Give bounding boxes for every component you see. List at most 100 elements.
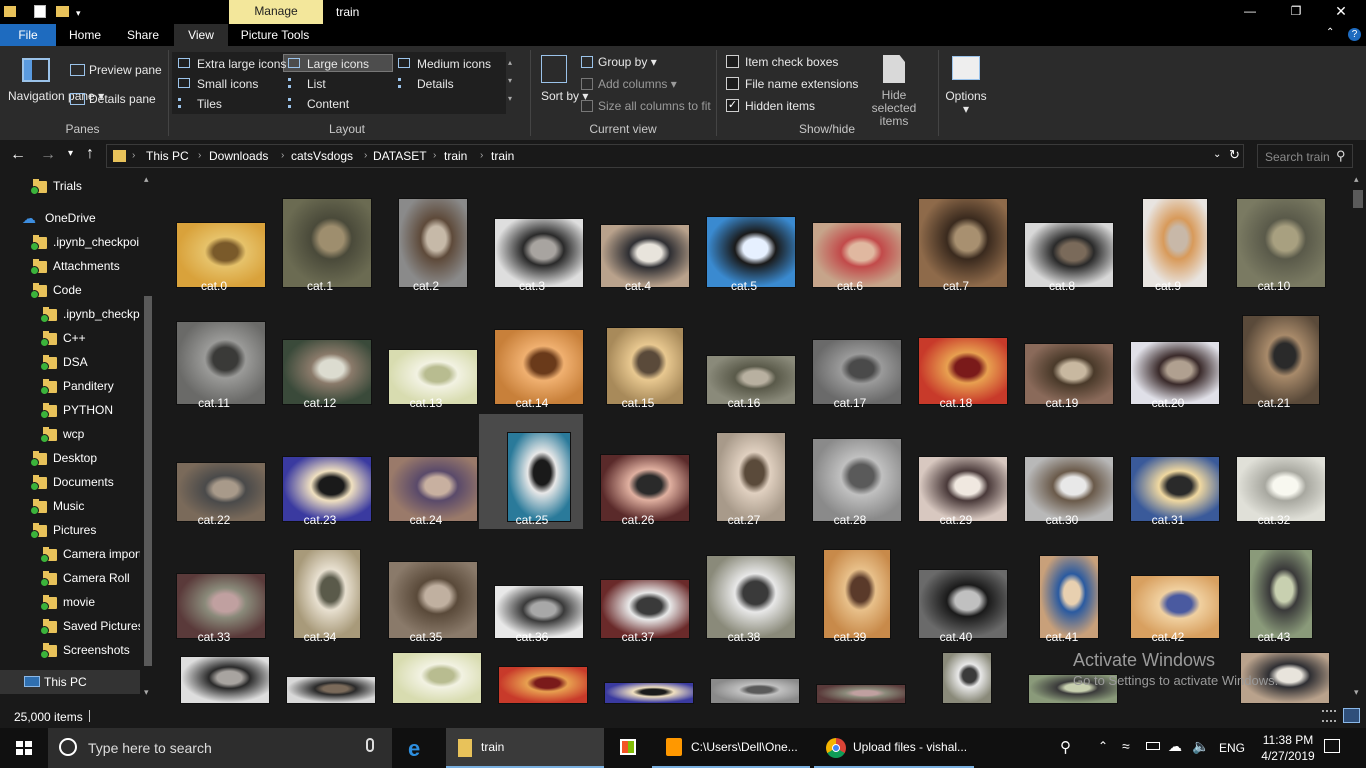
file-name-label[interactable]: cat.4 — [585, 279, 691, 293]
hidden-items-label[interactable]: Hidden items — [745, 99, 815, 113]
hide-selected-items-button[interactable]: Hide selected items — [858, 89, 930, 128]
file-thumbnail[interactable] — [816, 684, 906, 704]
file-thumbnail[interactable] — [918, 198, 1008, 288]
store-button[interactable] — [608, 728, 648, 768]
nav-item[interactable]: Panditery — [0, 374, 140, 398]
file-thumbnail[interactable] — [918, 569, 1008, 639]
collapse-ribbon-icon[interactable]: ⌃ — [1326, 27, 1334, 38]
breadcrumb-train[interactable]: train — [444, 149, 467, 163]
navigation-pane-button[interactable]: Navigation pane ▾ — [8, 90, 104, 103]
tab-share[interactable]: Share — [116, 24, 170, 46]
file-thumbnail[interactable] — [388, 561, 478, 639]
file-name-label[interactable]: cat.36 — [479, 630, 585, 644]
file-name-label[interactable]: cat.12 — [267, 396, 373, 410]
nav-item[interactable]: Camera Roll — [0, 566, 140, 590]
file-name-label[interactable]: cat.35 — [373, 630, 479, 644]
tab-picture-tools[interactable]: Picture Tools — [232, 24, 318, 46]
recent-locations-icon[interactable]: ▾ — [68, 148, 73, 159]
sort-by-icon[interactable] — [541, 55, 567, 83]
taskbar-app-chrome[interactable]: Upload files - vishal... — [814, 728, 974, 768]
file-thumbnail[interactable] — [942, 652, 992, 704]
help-icon[interactable]: ? — [1348, 28, 1361, 41]
gallery-scroll-icon[interactable]: ▴ ▾ ▾ — [508, 54, 512, 108]
details-pane-button[interactable]: Details pane — [89, 92, 156, 106]
back-arrow-icon[interactable]: ← — [10, 146, 26, 164]
clock[interactable]: 11:38 PM 4/27/2019 — [1256, 732, 1320, 764]
breadcrumb-this-pc[interactable]: This PC — [146, 149, 189, 163]
scroll-up-icon[interactable]: ▴ — [1354, 174, 1359, 185]
file-thumbnail[interactable] — [918, 337, 1008, 405]
file-name-label[interactable]: cat.38 — [691, 630, 797, 644]
onedrive-icon[interactable]: ☁ — [1168, 738, 1182, 755]
file-name-label[interactable]: cat.43 — [1221, 630, 1327, 644]
people-icon[interactable]: ⚲ — [1060, 738, 1071, 756]
layout-details[interactable]: Details — [417, 77, 454, 91]
tab-file[interactable]: File — [0, 24, 56, 46]
file-thumbnail[interactable] — [710, 678, 800, 704]
file-name-extensions-label[interactable]: File name extensions — [745, 77, 858, 91]
file-name-label[interactable]: cat.22 — [161, 513, 267, 527]
item-check-boxes-checkbox[interactable] — [726, 55, 739, 68]
volume-icon[interactable]: 🔈 — [1192, 738, 1209, 755]
nav-item[interactable]: .ipynb_checkpo — [0, 302, 140, 326]
file-name-label[interactable]: cat.25 — [479, 513, 585, 527]
file-name-label[interactable]: cat.32 — [1221, 513, 1327, 527]
file-name-extensions-checkbox[interactable] — [726, 77, 739, 90]
nav-item[interactable]: C++ — [0, 326, 140, 350]
file-name-label[interactable]: cat.27 — [691, 513, 797, 527]
file-name-label[interactable]: cat.28 — [797, 513, 903, 527]
file-thumbnail[interactable] — [812, 438, 902, 522]
nav-item[interactable]: Attachments — [0, 254, 140, 278]
file-thumbnail[interactable] — [606, 327, 684, 405]
file-name-label[interactable]: cat.41 — [1009, 630, 1115, 644]
large-icons-view-icon[interactable] — [1343, 708, 1360, 723]
file-name-label[interactable]: cat.26 — [585, 513, 691, 527]
nav-scroll-thumb[interactable] — [144, 296, 152, 666]
nav-item[interactable]: Trials — [0, 174, 140, 198]
edge-button[interactable]: e — [398, 728, 442, 768]
layout-list[interactable]: List — [307, 77, 326, 91]
breadcrumb-downloads[interactable]: Downloads — [209, 149, 268, 163]
file-thumbnail[interactable] — [823, 549, 891, 639]
layout-small-icons[interactable]: Small icons — [197, 77, 258, 91]
nav-item[interactable]: ☁ OneDrive — [0, 206, 140, 230]
nav-item[interactable]: PYTHON — [0, 398, 140, 422]
minimize-icon[interactable]: — — [1235, 0, 1265, 24]
file-name-label[interactable]: cat.11 — [161, 396, 267, 410]
wifi-icon[interactable]: ≈ — [1122, 738, 1130, 754]
file-thumbnail[interactable] — [180, 656, 270, 704]
file-thumbnail[interactable] — [1142, 198, 1208, 288]
taskbar-search[interactable]: Type here to search — [48, 728, 392, 768]
file-name-label[interactable]: cat.29 — [903, 513, 1009, 527]
file-thumbnail[interactable] — [604, 682, 694, 704]
file-name-label[interactable]: cat.20 — [1115, 396, 1221, 410]
content-scrollbar[interactable]: ▴ ▾ — [1350, 172, 1366, 705]
file-thumbnail[interactable] — [600, 454, 690, 522]
options-button[interactable]: Options ▾ — [942, 90, 990, 116]
scroll-up-icon[interactable]: ▴ — [144, 174, 149, 185]
nav-item[interactable]: Camera import — [0, 542, 140, 566]
restore-icon[interactable]: ❐ — [1281, 0, 1311, 24]
tab-home[interactable]: Home — [58, 24, 112, 46]
file-name-label[interactable]: cat.16 — [691, 396, 797, 410]
nav-item[interactable]: Desktop — [0, 446, 140, 470]
file-name-label[interactable]: cat.8 — [1009, 279, 1115, 293]
layout-tiles[interactable]: Tiles — [197, 97, 222, 111]
battery-icon[interactable] — [1146, 742, 1160, 750]
nav-item[interactable]: Saved Pictures — [0, 614, 140, 638]
file-name-label[interactable]: cat.2 — [373, 279, 479, 293]
refresh-icon[interactable]: ↻ — [1229, 147, 1240, 163]
file-name-label[interactable]: cat.21 — [1221, 396, 1327, 410]
language-indicator[interactable]: ENG — [1219, 741, 1245, 755]
file-name-label[interactable]: cat.39 — [797, 630, 903, 644]
file-name-label[interactable]: cat.30 — [1009, 513, 1115, 527]
file-name-label[interactable]: cat.17 — [797, 396, 903, 410]
file-name-label[interactable]: cat.13 — [373, 396, 479, 410]
show-hidden-icons-icon[interactable]: ⌃ — [1098, 739, 1108, 753]
file-thumbnail[interactable] — [176, 321, 266, 405]
search-input[interactable]: Search train — [1265, 150, 1330, 164]
options-icon[interactable] — [952, 56, 980, 80]
file-name-label[interactable]: cat.18 — [903, 396, 1009, 410]
microphone-icon[interactable] — [366, 738, 374, 752]
layout-extra-large-icons[interactable]: Extra large icons — [197, 57, 286, 71]
